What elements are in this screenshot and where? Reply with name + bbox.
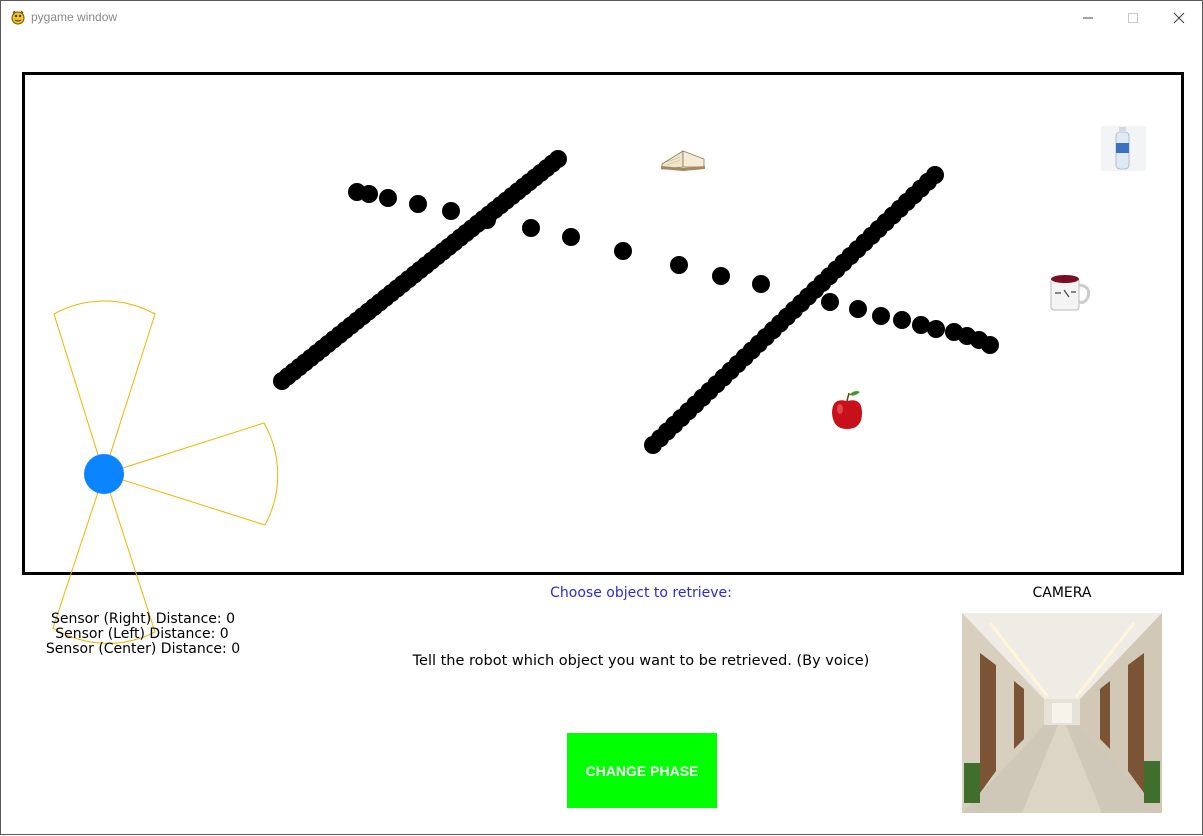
obstacle-point (926, 166, 944, 184)
obstacle-point (849, 300, 867, 318)
apple-icon[interactable] (832, 391, 862, 429)
obstacle-point (670, 256, 688, 274)
obstacle-point (409, 195, 427, 213)
obstacle-point (821, 293, 839, 311)
mug-icon[interactable] (1050, 275, 1091, 311)
obstacle-point (379, 189, 397, 207)
obstacle-point (981, 336, 999, 354)
obstacle-point (562, 228, 580, 246)
obstacle-point (549, 150, 567, 168)
robot-body (84, 454, 124, 494)
lidar-obstacle-points (273, 150, 999, 454)
sensor-cone-right (102, 422, 279, 526)
obstacle-point (614, 242, 632, 260)
obstacle-point (522, 219, 540, 237)
camera-feed-image (962, 613, 1162, 813)
change-phase-button[interactable]: CHANGE PHASE (567, 733, 717, 808)
choose-object-title: Choose object to retrieve: (550, 585, 732, 601)
voice-instruction: Tell the robot which object you want to … (412, 653, 870, 669)
obstacle-point (478, 211, 496, 229)
obstacle-point (927, 320, 945, 338)
book-icon[interactable] (661, 150, 705, 171)
obstacle-point (872, 307, 890, 325)
sensor-left-readout: Sensor (Left) Distance: 0 (55, 626, 229, 642)
water-bottle-icon[interactable] (1101, 126, 1146, 171)
sensor-right-readout: Sensor (Right) Distance: 0 (51, 611, 235, 627)
obstacle-point (360, 185, 378, 203)
camera-label: CAMERA (1032, 585, 1092, 601)
pygame-window: pygame window Sensor (Right) Distance: 0… (0, 0, 1203, 835)
sensor-center-readout: Sensor (Center) Distance: 0 (45, 641, 241, 657)
sensor-cone-center (53, 300, 156, 476)
obstacle-point (712, 267, 730, 285)
obstacle-point (893, 311, 911, 329)
obstacle-point (752, 275, 770, 293)
obstacle-point (442, 202, 460, 220)
